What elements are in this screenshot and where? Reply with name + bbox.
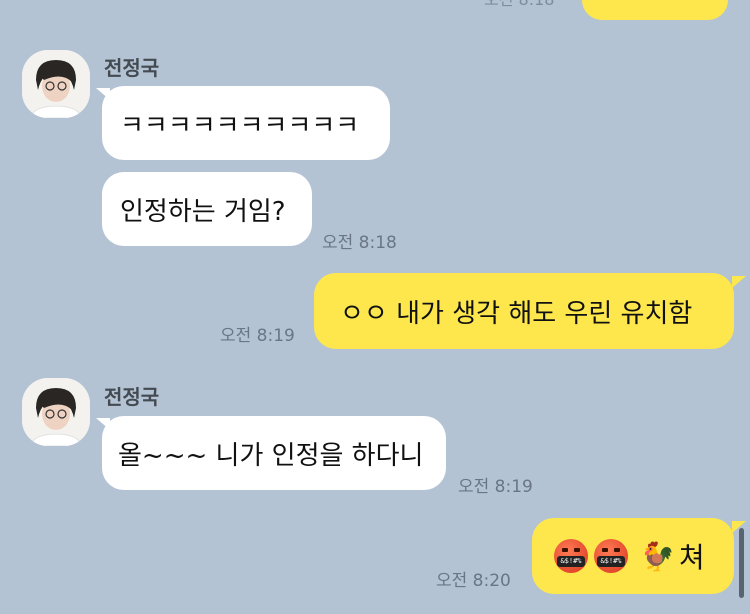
scrollbar[interactable]: [739, 528, 744, 598]
message-time: 오전 8:19: [220, 326, 295, 346]
avatar[interactable]: [22, 378, 90, 446]
sender-name: 전정국: [104, 56, 160, 80]
message-bubble-mine[interactable]: ㅇㅇ 내가 생각 해도 우린 유치함: [314, 273, 734, 349]
message-text: 쳐: [678, 541, 705, 574]
message-text: ㅇㅇ 내가 생각 해도 우린 유치함: [340, 298, 693, 329]
chat-window[interactable]: 오전 8:18 전정국 ㅋㅋㅋㅋㅋㅋㅋㅋㅋㅋ 인정하는 거임? 오전 8:18 …: [0, 0, 750, 614]
message-bubble[interactable]: ㅋㅋㅋㅋㅋㅋㅋㅋㅋㅋ: [102, 86, 390, 160]
message-time: 오전 8:20: [436, 571, 511, 591]
message-text: 인정하는 거임?: [120, 196, 286, 227]
message-bubble[interactable]: 올~~~ 니가 인정을 하다니: [102, 416, 446, 490]
message-bubble-mine[interactable]: &$!#% &$!#% 🐓 쳐: [532, 518, 734, 594]
message-text: 올~~~ 니가 인정을 하다니: [118, 440, 424, 471]
angry-face-icon: &$!#%: [594, 539, 628, 573]
message-text: ㅋㅋㅋㅋㅋㅋㅋㅋㅋㅋ: [120, 110, 360, 141]
avatar[interactable]: [22, 50, 90, 118]
angry-face-icon: &$!#%: [554, 539, 588, 573]
emoji-mask-text: &$!#%: [597, 556, 625, 567]
message-bubble-mine[interactable]: [582, 0, 728, 20]
sender-name: 전정국: [104, 385, 160, 409]
message-bubble[interactable]: 인정하는 거임?: [102, 172, 312, 246]
message-time: 오전 8:19: [458, 477, 533, 497]
chicken-icon: 🐓: [640, 539, 675, 573]
bubble-tail: [732, 276, 746, 288]
emoji-mask-text: &$!#%: [557, 556, 585, 567]
message-time: 오전 8:18: [322, 233, 397, 253]
message-time: 오전 8:18: [484, 0, 554, 10]
